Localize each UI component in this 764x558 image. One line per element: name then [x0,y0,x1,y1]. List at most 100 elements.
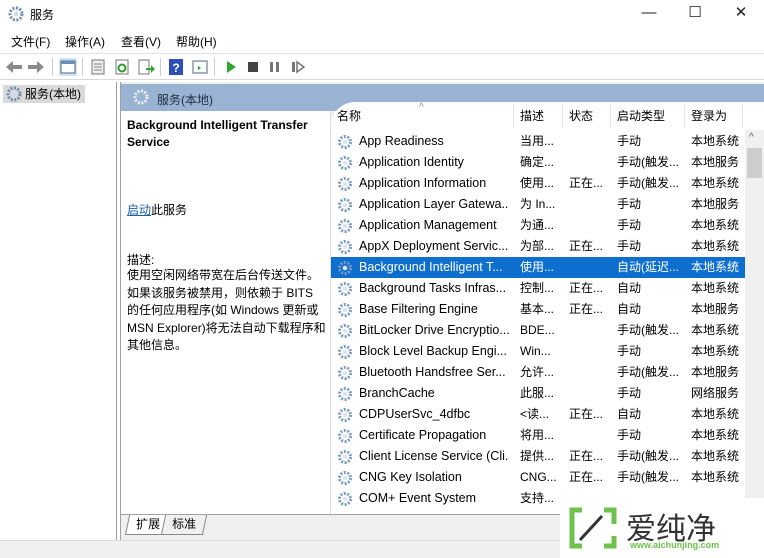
close-button[interactable]: ✕ [718,0,764,28]
gear-icon [338,177,352,191]
service-name: AppX Deployment Servic... [359,239,509,253]
console-tree: 服务(本地) [0,82,117,540]
service-startup-type: 手动 [617,386,642,400]
service-status: 正在... [569,407,604,421]
toolbar-separator [160,58,161,76]
minimize-button[interactable]: — [626,0,672,28]
description-pane: Background Intelligent Transfer Service … [121,111,331,514]
column-header-description[interactable]: 描述 [514,104,563,128]
service-logon-as: 本地系统 [691,260,740,274]
service-startup-type: 手动(触发... [617,176,679,190]
export-icon[interactable] [137,58,155,76]
gear-icon [338,471,352,485]
show-tree-icon[interactable] [59,58,77,76]
service-status: 正在... [569,470,604,484]
service-row[interactable]: CNG Key Isolation CNG... 正在... 手动(触发... 本地系统 [331,467,745,488]
service-row[interactable]: Bluetooth Handsfree Ser... 允许... 手动(触发... 本… [331,362,745,383]
start-service-link[interactable]: 启动 [127,203,151,217]
column-header-logon-as[interactable]: 登录为 [685,104,743,128]
service-description: 此服... [520,386,555,400]
window-title: 服务 [30,8,55,22]
service-row[interactable]: BitLocker Drive Encryptio... BDE... 手动(触发.… [331,320,745,341]
svg-text:?: ? [172,61,179,75]
service-logon-as: 本地系统 [691,449,740,463]
tree-item-services-local[interactable]: 服务(本地) [3,85,85,103]
service-row[interactable]: Application Information 使用... 正在... 手动(触发..… [331,173,745,194]
service-name: Certificate Propagation [359,428,487,442]
column-header-startup-type[interactable]: 启动类型 [611,104,685,128]
service-startup-type: 手动 [617,134,642,148]
service-name: Client License Service (Cli... [359,449,509,463]
service-description: Win... [520,344,551,358]
service-logon-as: 本地系统 [691,134,740,148]
gear-icon [133,89,149,105]
watermark-logo-icon [569,507,617,549]
gear-icon [338,261,352,275]
menu-file[interactable]: 文件(F) [11,33,50,50]
help-icon[interactable]: ? [167,58,185,76]
service-name: Block Level Backup Engi... [359,344,507,358]
service-logon-as: 本地服务 [691,155,740,169]
action-text: 此服务 [151,203,188,217]
service-logon-as: 网络服务 [691,386,740,400]
service-description: <读... [520,407,550,421]
service-row[interactable]: Certificate Propagation 将用... 手动 本地系统 [331,425,745,446]
scrollbar-thumb[interactable] [747,148,762,178]
service-row[interactable]: Base Filtering Engine 基本... 正在... 自动 本地服务 [331,299,745,320]
service-name: Base Filtering Engine [359,302,478,316]
gear-icon [338,429,352,443]
column-header-name[interactable]: 名称 ^ [331,102,514,128]
service-row[interactable]: Application Management 为通... 手动 本地系统 [331,215,745,236]
service-description: 将用... [520,428,555,442]
menu-action[interactable]: 操作(A) [65,33,105,50]
service-name: Background Intelligent T... [359,260,503,274]
service-name: App Readiness [359,134,444,148]
sort-ascending-icon: ^ [419,102,424,113]
properties-icon[interactable] [89,58,107,76]
service-description: 支持... [520,491,555,505]
stop-icon[interactable] [244,58,262,76]
menu-bar: 文件(F) 操作(A) 查看(V) 帮助(H) [0,28,764,52]
menu-view[interactable]: 查看(V) [121,33,161,50]
service-row[interactable]: AppX Deployment Servic... 为部... 正在... 手动 本地系… [331,236,745,257]
service-row[interactable]: CDPUserSvc_4dfbc <读... 正在... 自动 本地系统 [331,404,745,425]
service-row[interactable]: Background Tasks Infras... 控制... 正在... 自动 本地… [331,278,745,299]
back-icon[interactable] [5,58,23,76]
maximize-button[interactable]: ☐ [672,0,718,28]
gear-icon [338,387,352,401]
service-row[interactable]: Background Intelligent T... 使用... 自动(延迟...… [331,257,745,278]
service-row[interactable]: BranchCache 此服... 手动 网络服务 [331,383,745,404]
service-name: CDPUserSvc_4dfbc [359,407,471,421]
service-logon-as: 本地系统 [691,218,740,232]
column-header-status[interactable]: 状态 [563,104,611,128]
forward-icon[interactable] [27,58,45,76]
scroll-up-icon[interactable]: ^ [749,132,754,143]
menu-help[interactable]: 帮助(H) [176,33,217,50]
gear-icon [338,156,352,170]
service-row[interactable]: App Readiness 当用... 手动 本地系统 [331,131,745,152]
service-logon-as: 本地服务 [691,302,740,316]
service-row[interactable]: Block Level Backup Engi... Win... 手动 本地系统 [331,341,745,362]
gear-icon [338,198,352,212]
gear-icon [338,219,352,233]
console-icon[interactable] [191,58,209,76]
toolbar: ? [0,53,764,80]
pause-icon[interactable] [266,58,284,76]
service-row[interactable]: Application Layer Gatewa... 为 In... 手动 本地服务 [331,194,745,215]
vertical-scrollbar[interactable]: ^ [745,130,764,514]
gear-icon [338,408,352,422]
refresh-icon[interactable] [113,58,131,76]
tab-standard[interactable]: 标准 [160,515,208,535]
resume-icon[interactable] [289,58,307,76]
service-row[interactable]: Application Identity 确定... 手动(触发... 本地服务 [331,152,745,173]
service-startup-type: 手动 [617,239,642,253]
service-startup-type: 自动(延迟... [617,260,679,274]
gear-icon [338,324,352,338]
watermark-url: www.aichunjing.com [630,540,720,550]
service-description: 控制... [520,281,555,295]
service-name: Background Tasks Infras... [359,281,507,295]
service-status: 正在... [569,239,604,253]
service-row[interactable]: Client License Service (Cli... 提供... 正在...… [331,446,745,467]
service-startup-type: 手动 [617,344,642,358]
start-icon[interactable] [222,58,240,76]
